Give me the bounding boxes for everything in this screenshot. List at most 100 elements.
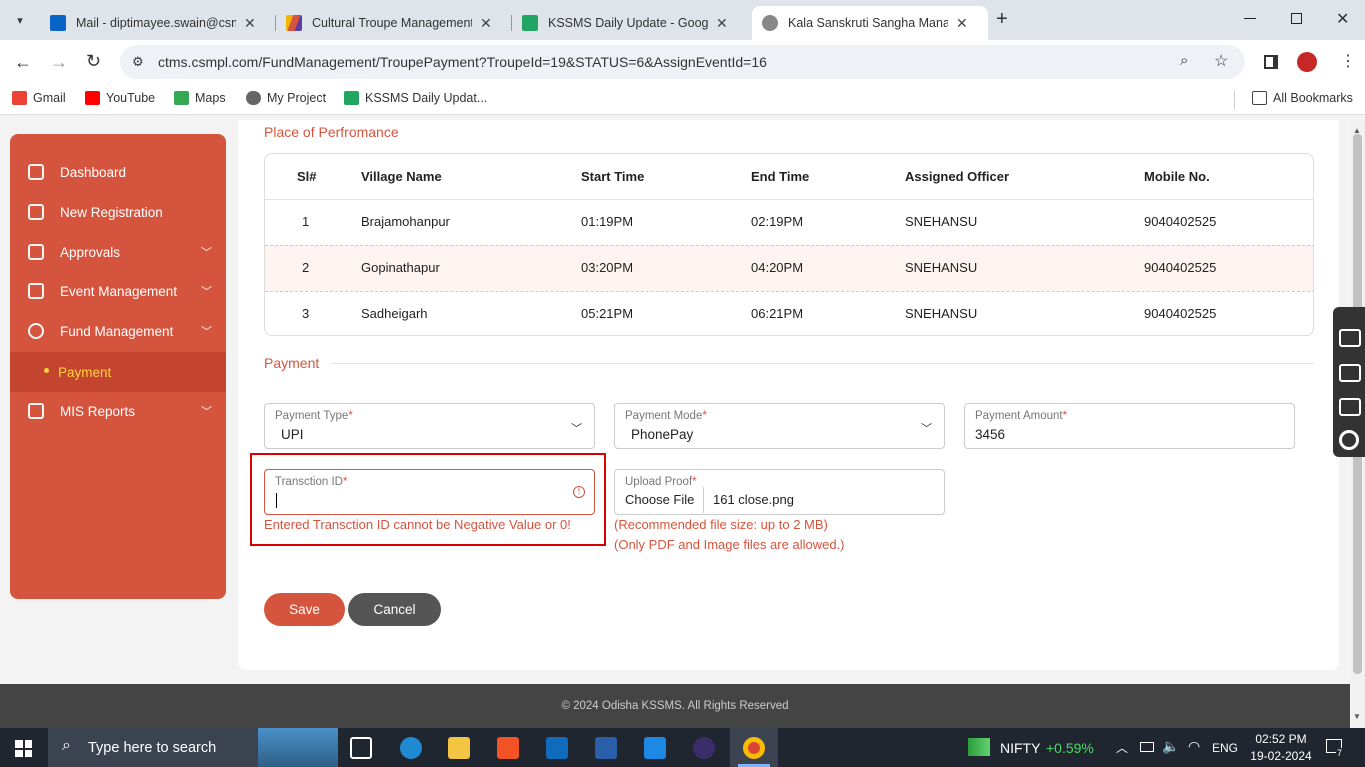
transaction-id-field[interactable]: Transction ID* ! <box>264 469 595 515</box>
scroll-down-icon[interactable]: ▼ <box>1353 712 1361 721</box>
file-explorer-icon[interactable] <box>448 737 470 759</box>
notification-badge: 7 <box>1336 748 1344 758</box>
all-bookmarks[interactable]: All Bookmarks <box>1252 91 1353 105</box>
sidebar-item-mis-reports[interactable]: MIS Reports ﹀ <box>10 392 226 430</box>
db-tool-icon[interactable] <box>595 737 617 759</box>
save-button[interactable]: Save <box>264 593 345 626</box>
gmail-icon <box>12 91 27 105</box>
menu-icon[interactable]: ⋮ <box>1340 51 1356 71</box>
tab-search-icon[interactable]: ▾ <box>10 10 30 30</box>
side-panel-icon[interactable] <box>1264 55 1278 69</box>
tab-title: Kala Sanskruti Sangha Manager <box>788 16 948 30</box>
volume-icon[interactable]: 🔈 <box>1162 738 1179 755</box>
bookmark-maps[interactable]: Maps <box>174 91 226 105</box>
task-view-icon[interactable] <box>350 737 372 759</box>
browser-toolbar: ← → ↻ ⚙ ctms.csmpl.com/FundManagement/Tr… <box>0 40 1365 85</box>
payment-type-select[interactable]: Payment Type* UPI ﹀ <box>264 403 595 449</box>
error-message: Entered Transction ID cannot be Negative… <box>264 517 571 532</box>
sidebar-item-label: Event Management <box>60 283 178 299</box>
sidebar-item-new-registration[interactable]: New Registration <box>10 193 226 231</box>
sidebar-item-payment[interactable]: Payment <box>10 352 226 392</box>
site-settings-icon[interactable]: ⚙ <box>132 54 144 70</box>
windows-start-icon[interactable] <box>15 740 32 757</box>
gallery-icon[interactable] <box>1339 398 1361 416</box>
sidebar-item-event-management[interactable]: Event Management ﹀ <box>10 272 226 310</box>
error-icon: ! <box>573 486 585 498</box>
close-icon[interactable]: ✕ <box>716 15 728 32</box>
bookmark-gmail[interactable]: Gmail <box>12 91 66 105</box>
tab-mail[interactable]: Mail - diptimayee.swain@csm.t ✕ <box>40 6 276 40</box>
chrome-taskbar-button[interactable] <box>730 728 778 767</box>
tab-title: Cultural Troupe Management S <box>312 16 472 30</box>
bookmarks-bar: Gmail YouTube Maps My Project KSSMS Dail… <box>0 85 1365 115</box>
zoom-icon[interactable]: ⌕ <box>1180 52 1188 69</box>
browser-tab-bar: ▾ Mail - diptimayee.swain@csm.t ✕ Cultur… <box>0 0 1365 40</box>
bookmark-youtube[interactable]: YouTube <box>85 91 155 105</box>
field-label: Upload Proof* <box>625 476 697 488</box>
reload-icon[interactable]: ↻ <box>86 51 101 72</box>
new-tab-icon[interactable]: + <box>996 8 1008 31</box>
windows-taskbar: ⌕ Type here to search NIFTY +0.59% ︿ 🔈 ◠… <box>0 728 1365 767</box>
edge-icon[interactable] <box>400 737 422 759</box>
video-icon[interactable] <box>1339 364 1361 382</box>
chrome-icon <box>743 737 765 759</box>
sidebar-item-approvals[interactable]: Approvals ﹀ <box>10 233 226 271</box>
tab-kala-sanskruti[interactable]: Kala Sanskruti Sangha Manager ✕ <box>752 6 988 40</box>
table-cell: SNEHANSU <box>905 214 978 229</box>
clock-date[interactable]: 19-02-2024 <box>1250 749 1312 763</box>
camera-icon[interactable] <box>1339 329 1361 347</box>
sidebar-item-label: Dashboard <box>60 164 127 180</box>
bookmark-kssms[interactable]: KSSMS Daily Updat... <box>344 91 487 105</box>
language-indicator[interactable]: ENG <box>1212 741 1238 755</box>
gear-icon[interactable] <box>1339 430 1359 450</box>
payment-mode-select[interactable]: Payment Mode* PhonePay ﹀ <box>614 403 945 449</box>
field-value: PhonePay <box>631 427 694 442</box>
table-cell: Brajamohanpur <box>361 214 450 229</box>
approval-icon <box>28 244 44 260</box>
minimize-icon[interactable] <box>1244 18 1256 19</box>
taskbar-search[interactable]: ⌕ Type here to search <box>48 728 338 767</box>
chevron-down-icon: ﹀ <box>921 423 932 435</box>
table-cell: 03:20PM <box>581 260 634 275</box>
avatar[interactable] <box>1297 52 1317 72</box>
mail-icon[interactable] <box>546 737 568 759</box>
sidebar-item-label: Fund Management <box>60 323 174 339</box>
chevron-up-icon[interactable]: ︿ <box>1116 739 1128 756</box>
bookmark-my-project[interactable]: My Project <box>246 91 326 105</box>
sidebar-item-label: New Registration <box>60 204 163 220</box>
close-icon[interactable]: ✕ <box>244 15 256 32</box>
vscode-icon[interactable] <box>644 737 666 759</box>
sidebar-item-label: MIS Reports <box>60 403 136 419</box>
table-cell: SNEHANSU <box>905 260 978 275</box>
sidebar-item-fund-management[interactable]: Fund Management ﹀ <box>10 312 226 350</box>
store-icon[interactable] <box>497 737 519 759</box>
nifty-change: +0.59% <box>1046 740 1094 756</box>
close-window-icon[interactable]: ✕ <box>1336 9 1349 29</box>
bookmark-label: KSSMS Daily Updat... <box>365 91 488 105</box>
choose-file-button[interactable]: Choose File <box>625 492 694 507</box>
payment-amount-field[interactable]: Payment Amount* 3456 <box>964 403 1295 449</box>
tab-cultural-troupe[interactable]: Cultural Troupe Management S ✕ <box>276 6 512 40</box>
bookmark-star-icon[interactable]: ☆ <box>1214 51 1228 71</box>
sidebar: Dashboard New Registration Approvals ﹀ E… <box>10 134 226 599</box>
close-icon[interactable]: ✕ <box>956 15 968 32</box>
table-row: 1 Brajamohanpur 01:19PM 02:19PM SNEHANSU… <box>265 199 1313 245</box>
tab-kssms-sheet[interactable]: KSSMS Daily Update - Google S ✕ <box>512 6 748 40</box>
nifty-label[interactable]: NIFTY <box>1000 740 1040 756</box>
table-cell: 2 <box>302 260 310 275</box>
table-cell: Gopinathapur <box>361 260 440 275</box>
field-label: Payment Type* <box>275 410 353 422</box>
clock-time[interactable]: 02:52 PM <box>1252 732 1310 746</box>
wifi-icon[interactable]: ◠ <box>1188 738 1200 755</box>
restore-icon[interactable] <box>1291 13 1302 24</box>
battery-icon[interactable] <box>1140 742 1154 752</box>
back-icon[interactable]: ← <box>14 52 32 73</box>
close-icon[interactable]: ✕ <box>480 15 492 32</box>
eclipse-icon[interactable] <box>693 737 715 759</box>
tab-title: KSSMS Daily Update - Google S <box>548 16 708 30</box>
cancel-button[interactable]: Cancel <box>348 593 441 626</box>
divider <box>703 487 704 513</box>
sidebar-item-dashboard[interactable]: Dashboard <box>10 153 226 191</box>
forward-icon[interactable]: → <box>50 52 68 73</box>
address-bar[interactable]: ⚙ ctms.csmpl.com/FundManagement/TroupePa… <box>120 45 1245 79</box>
